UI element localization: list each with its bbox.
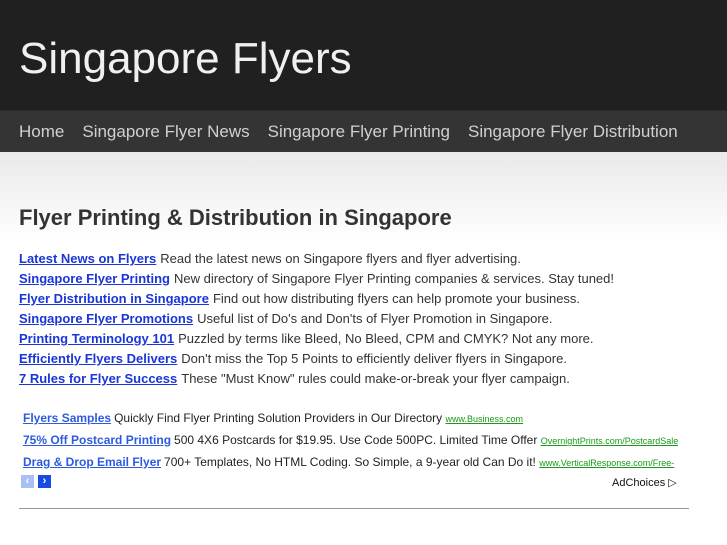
- list-item: Efficiently Flyers Delivers Don't miss th…: [19, 350, 614, 370]
- ad-url[interactable]: OvernightPrints.com/PostcardSale: [541, 436, 678, 446]
- chevron-left-icon[interactable]: ‹: [21, 475, 34, 488]
- list-link[interactable]: 7 Rules for Flyer Success: [19, 371, 177, 386]
- site-header: Singapore Flyers: [0, 0, 727, 110]
- list-item: Singapore Flyer Printing New directory of…: [19, 270, 614, 290]
- list-link[interactable]: Printing Terminology 101: [19, 331, 174, 346]
- list-item: Flyer Distribution in Singapore Find out …: [19, 290, 614, 310]
- ad-text: 500 4X6 Postcards for $19.95. Use Code 5…: [174, 433, 538, 447]
- list-link[interactable]: Flyer Distribution in Singapore: [19, 291, 209, 306]
- list-desc: Read the latest news on Singapore flyers…: [160, 251, 521, 266]
- site-title[interactable]: Singapore Flyers: [19, 34, 352, 84]
- list-desc: These "Must Know" rules could make-or-br…: [181, 371, 570, 386]
- list-desc: New directory of Singapore Flyer Printin…: [173, 271, 615, 286]
- ad-title[interactable]: Drag & Drop Email Flyer: [23, 455, 161, 469]
- ad-url[interactable]: www.Business.com: [446, 414, 524, 424]
- ad-item: Flyers Samples Quickly Find Flyer Printin…: [23, 409, 678, 431]
- ad-item: 75% Off Postcard Printing 500 4X6 Postcar…: [23, 431, 678, 453]
- list-link[interactable]: Efficiently Flyers Delivers: [19, 351, 177, 366]
- ad-block: Flyers Samples Quickly Find Flyer Printin…: [23, 409, 678, 475]
- main-nav: Home Singapore Flyer News Singapore Flye…: [0, 110, 727, 152]
- list-item: Singapore Flyer Promotions Useful list of…: [19, 310, 614, 330]
- page-title: Flyer Printing & Distribution in Singapo…: [19, 205, 452, 230]
- list-item: Latest News on Flyers Read the latest new…: [19, 250, 614, 270]
- divider: [19, 508, 689, 509]
- list-item: Printing Terminology 101 Puzzled by terms…: [19, 330, 614, 350]
- nav-flyer-printing[interactable]: Singapore Flyer Printing: [268, 122, 450, 142]
- nav-home[interactable]: Home: [19, 122, 64, 142]
- ad-title[interactable]: Flyers Samples: [23, 411, 111, 425]
- list-desc: Puzzled by terms like Bleed, No Bleed, C…: [178, 331, 594, 346]
- list-desc: Don't miss the Top 5 Points to efficient…: [181, 351, 567, 366]
- chevron-right-icon[interactable]: ›: [38, 475, 51, 488]
- ad-text: 700+ Templates, No HTML Coding. So Simpl…: [164, 455, 536, 469]
- list-link[interactable]: Singapore Flyer Printing: [19, 271, 170, 286]
- article-list: Latest News on Flyers Read the latest new…: [19, 250, 614, 390]
- ad-url[interactable]: www.VerticalResponse.com/Free-: [539, 458, 674, 468]
- nav-flyer-distribution[interactable]: Singapore Flyer Distribution: [468, 122, 678, 142]
- list-link[interactable]: Singapore Flyer Promotions: [19, 311, 193, 326]
- list-desc: Useful list of Do's and Don'ts of Flyer …: [197, 311, 553, 326]
- list-link[interactable]: Latest News on Flyers: [19, 251, 156, 266]
- adchoices-link[interactable]: AdChoices ▷: [612, 476, 677, 489]
- ad-text: Quickly Find Flyer Printing Solution Pro…: [114, 411, 443, 425]
- list-desc: Find out how distributing flyers can hel…: [212, 291, 581, 306]
- ad-title[interactable]: 75% Off Postcard Printing: [23, 433, 171, 447]
- nav-flyer-news[interactable]: Singapore Flyer News: [82, 122, 249, 142]
- ad-item: Drag & Drop Email Flyer 700+ Templates, N…: [23, 453, 678, 475]
- ad-pager: ‹ ›: [21, 475, 51, 488]
- list-item: 7 Rules for Flyer Success These "Must Kno…: [19, 370, 614, 390]
